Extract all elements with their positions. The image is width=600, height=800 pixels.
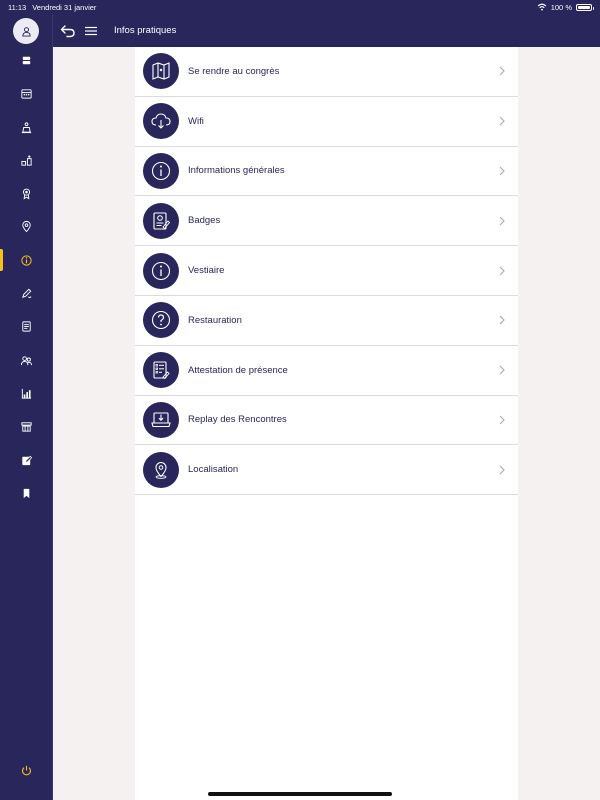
badge-icon <box>153 212 171 230</box>
logout-button[interactable] <box>0 757 53 783</box>
edit-icon <box>22 455 33 465</box>
user-icon <box>21 26 31 37</box>
sidebar-item-info[interactable] <box>0 247 53 273</box>
sidebar-item-stack[interactable] <box>0 47 53 73</box>
wifi-icon <box>537 3 547 11</box>
status-date: Vendredi 31 janvier <box>32 2 97 12</box>
avatar[interactable] <box>13 18 39 44</box>
chevron-right-icon <box>499 216 505 226</box>
list-item-vestiaire[interactable]: Vestiaire <box>135 246 518 296</box>
chart-icon <box>21 388 32 399</box>
chevron-right-icon <box>499 415 505 425</box>
chevron-right-icon <box>499 465 505 475</box>
sidebar-item-pen[interactable] <box>0 280 53 306</box>
chevron-right-icon <box>499 67 505 76</box>
list-item-icon <box>143 53 179 90</box>
sidebar-item-award[interactable] <box>0 180 53 206</box>
sidebar-item-edit[interactable] <box>0 447 53 473</box>
list-item-localisation[interactable]: Localisation <box>135 445 518 496</box>
list-item-label: Restauration <box>188 314 242 326</box>
list-item-restauration[interactable]: Restauration <box>135 296 518 346</box>
list-item-label: Se rendre au congrès <box>188 65 280 77</box>
list-item-icon <box>143 302 179 339</box>
chevron-right-icon <box>499 116 505 126</box>
top-bar: Infos pratiques <box>53 14 600 47</box>
sidebar-item-stand[interactable] <box>0 413 53 439</box>
battery-percent: 100 % <box>550 2 572 12</box>
sidebar-item-chart[interactable] <box>0 380 53 406</box>
list-item-label: Vestiaire <box>188 265 225 277</box>
sidebar-item-exhibitors[interactable] <box>0 147 53 173</box>
location-pin-icon <box>22 220 31 232</box>
sidebar <box>0 14 53 800</box>
list-item-icon <box>143 103 179 140</box>
list-item-label: Badges <box>188 215 221 227</box>
back-button[interactable] <box>57 20 79 42</box>
list-item-label: Replay des Rencontres <box>188 414 287 426</box>
hamburger-icon <box>85 26 97 35</box>
list-item-label: Wifi <box>188 115 204 127</box>
people-icon <box>20 355 33 365</box>
sidebar-item-bookmark[interactable] <box>0 480 53 506</box>
bookmark-icon <box>23 488 30 498</box>
document-icon <box>22 320 31 332</box>
list-item-icon <box>143 202 179 239</box>
list-item-label: Attestation de présence <box>188 364 288 376</box>
sidebar-item-location[interactable] <box>0 213 53 239</box>
back-arrow-icon <box>60 24 75 37</box>
pen-icon <box>22 288 32 298</box>
award-icon <box>22 188 31 199</box>
exhibitors-icon <box>21 154 32 166</box>
page-title: Infos pratiques <box>114 25 177 36</box>
location-pin-icon <box>155 461 167 479</box>
list-item-icon <box>143 352 179 389</box>
list-item-label: Localisation <box>188 464 239 476</box>
certificate-icon <box>153 361 170 380</box>
list-item-informations-generales[interactable]: Informations générales <box>135 147 518 197</box>
sidebar-item-podium[interactable] <box>0 114 53 140</box>
question-icon <box>151 311 171 330</box>
cloud-download-icon <box>151 113 171 129</box>
list-item-badges[interactable]: Badges <box>135 196 518 247</box>
chevron-right-icon <box>499 166 505 176</box>
chevron-right-icon <box>499 315 505 325</box>
list-item-icon <box>143 152 179 189</box>
list-item-replay[interactable]: Replay des Rencontres <box>135 396 518 446</box>
list-item-wifi[interactable]: Wifi <box>135 97 518 147</box>
list-item-attestation[interactable]: Attestation de présence <box>135 346 518 396</box>
stack-icon <box>22 56 31 64</box>
stand-icon <box>21 421 32 432</box>
info-icon <box>21 254 32 266</box>
list-item-label: Informations générales <box>188 165 285 177</box>
list-item-icon <box>143 401 179 438</box>
laptop-download-icon <box>151 412 171 428</box>
info-icon <box>151 261 171 280</box>
menu-button[interactable] <box>82 22 100 40</box>
list-item-se-rendre[interactable]: Se rendre au congrès <box>135 47 518 97</box>
map-icon <box>152 62 170 81</box>
podium-icon <box>21 121 32 133</box>
power-icon <box>21 765 32 775</box>
status-bar: 11:13 Vendredi 31 janvier 100 % <box>0 0 600 14</box>
sidebar-item-document[interactable] <box>0 313 53 339</box>
status-time: 11:13 <box>8 2 27 12</box>
info-list: Se rendre au congrès Wifi Informations g… <box>135 47 518 800</box>
home-indicator[interactable] <box>208 792 392 796</box>
list-item-icon <box>143 451 179 488</box>
sidebar-item-people[interactable] <box>0 347 53 373</box>
list-item-icon <box>143 252 179 289</box>
chevron-right-icon <box>499 266 505 275</box>
chevron-right-icon <box>499 365 505 375</box>
sidebar-item-calendar[interactable] <box>0 80 53 106</box>
battery-icon <box>576 3 594 11</box>
info-icon <box>151 161 171 181</box>
calendar-icon <box>21 88 32 99</box>
